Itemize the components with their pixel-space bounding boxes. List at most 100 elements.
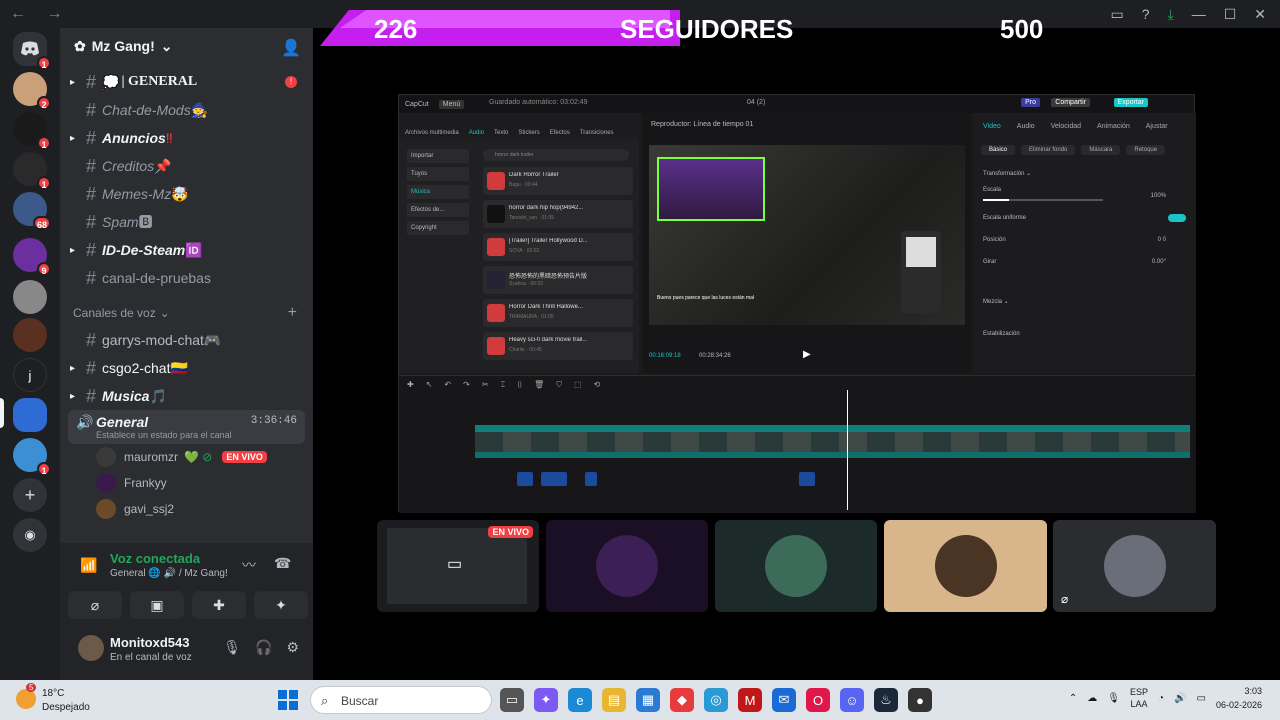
prop-uniform-scale[interactable]: Escala uniforme [975, 207, 1196, 229]
playhead[interactable] [847, 390, 848, 510]
weather-widget[interactable]: 5 18°C Despejado [16, 683, 136, 715]
onedrive-icon[interactable]: ☁ [1087, 693, 1097, 704]
category-item[interactable]: Copyright [407, 221, 469, 235]
tab-text[interactable]: Texto [494, 130, 508, 136]
obs-icon[interactable]: ● [908, 688, 932, 712]
battery-icon[interactable]: ▭ [1197, 693, 1206, 704]
participant-tile[interactable]: ⌀ [1053, 520, 1216, 612]
prop-blend[interactable]: Mezcla ⌄ [975, 291, 1196, 313]
opera-gx-icon[interactable]: O [806, 688, 830, 712]
audio-track[interactable]: horror dark hip hop(94942... Tanoshi_san … [483, 200, 633, 228]
help-icon[interactable]: ? [1142, 6, 1150, 22]
add-server-icon[interactable]: + [13, 478, 47, 512]
store-icon[interactable]: ▦ [636, 688, 660, 712]
scale-slider[interactable] [983, 199, 1103, 201]
audio-clip[interactable] [541, 472, 567, 486]
add-channel-icon[interactable]: + [288, 304, 297, 322]
audio-clip[interactable] [517, 472, 533, 486]
soundboard-button[interactable]: ✦ [254, 591, 308, 619]
nav-arrows[interactable]: ← → [10, 5, 70, 23]
download-icon[interactable]: ⤓ [1168, 6, 1174, 23]
signal-icon[interactable]: 📶 [80, 557, 97, 574]
prop-rotate[interactable]: Girar 0.00° [975, 251, 1196, 273]
category-item[interactable]: Efectos de... [407, 203, 469, 217]
app-icon-blue[interactable]: ◎ [704, 688, 728, 712]
category-item[interactable]: Importar [407, 149, 469, 163]
maximize-button[interactable]: ☐ [1224, 6, 1237, 23]
server-icon[interactable]: j [13, 358, 47, 392]
camera-off-button[interactable]: ⌀ [68, 591, 122, 619]
close-button[interactable]: ✕ [1254, 6, 1266, 23]
avatar[interactable] [78, 635, 104, 661]
audio-clip[interactable] [585, 472, 597, 486]
uniform-scale-toggle[interactable] [1168, 214, 1186, 222]
subtab-basic[interactable]: Básico [981, 145, 1016, 155]
voice-status[interactable]: Establece un estado para el canal [96, 430, 299, 440]
tab-media[interactable]: Archivos multimedia [405, 130, 459, 136]
headphones-icon[interactable]: 🎧 [255, 639, 272, 656]
inbox-icon[interactable]: ▭ [1110, 6, 1123, 23]
chevron-up-icon[interactable]: ⌃ [1069, 693, 1077, 704]
microphone-icon[interactable]: 🎙 [1107, 693, 1120, 704]
tab-audio[interactable]: Audio [469, 130, 484, 136]
channel-musica[interactable]: ▸ # Musica 🎵 [60, 382, 313, 410]
channel-canal-de-pruebas[interactable]: # canal-de-pruebas [60, 264, 313, 292]
server-header[interactable]: ✿ Mz Gang! ⌄ 👤 [60, 28, 313, 64]
screen-share-button[interactable]: ▣ [130, 591, 184, 619]
activities-button[interactable]: ✚ [192, 591, 246, 619]
microphone-icon[interactable]: 🎙 [223, 639, 241, 656]
voice-category[interactable]: Canales de voz ⌄ + [60, 300, 313, 326]
mail-icon[interactable]: ✉ [772, 688, 796, 712]
server-icon[interactable]: 1 [13, 152, 51, 190]
copilot-icon[interactable]: ✦ [534, 688, 558, 712]
server-icon[interactable] [13, 280, 47, 314]
video-clip[interactable] [475, 432, 1190, 452]
prop-transform[interactable]: Transformación ⌄ [975, 163, 1196, 185]
participant-tile[interactable] [715, 520, 877, 612]
file-explorer-icon[interactable]: ▤ [602, 688, 626, 712]
steam-icon[interactable]: ♨ [874, 688, 898, 712]
tab-transitions[interactable]: Transiciones [580, 130, 614, 136]
audio-clip[interactable] [799, 472, 815, 486]
tab-animation[interactable]: Animación [1097, 123, 1130, 130]
audio-track[interactable]: Heavy sci-fi dark movie trail... Charlie … [483, 332, 633, 360]
tab-effects[interactable]: Efectos [550, 130, 570, 136]
wifi-icon[interactable]: ◔ [1158, 693, 1164, 704]
task-view-icon[interactable]: ▭ [500, 688, 524, 712]
subtab-remove-bg[interactable]: Eliminar fondo [1021, 145, 1076, 155]
participant-tile-stream[interactable]: EN VIVO ▭ [377, 520, 539, 612]
channel-spam[interactable]: # Spam 🅱 [60, 208, 313, 236]
video-preview[interactable]: Bueno pues parece que las luces están ma… [649, 145, 965, 325]
voice-channel-general[interactable]: 🔊 General 3:36:46 Establece un estado pa… [68, 410, 305, 444]
participant-tile[interactable] [546, 520, 708, 612]
prop-scale[interactable]: Escala 100% [975, 185, 1196, 207]
channel-anuncios[interactable]: ▸ # Anuncios ‼ [60, 124, 313, 152]
server-icon[interactable]: 1 [13, 438, 51, 476]
voice-user[interactable]: mauromzr 💚 ⊘ EN VIVO [60, 444, 313, 470]
prop-position[interactable]: Posición 0 0 [975, 229, 1196, 251]
server-icon[interactable]: 9 [13, 238, 51, 276]
timeline[interactable]: ✚↖↶↷✂⌶⌷🗑⛉⬚⟲ [399, 375, 1196, 513]
discord-icon[interactable]: ☺ [840, 688, 864, 712]
channel-garrys-mod-chat[interactable]: # garrys-mod-chat 🎮 [60, 326, 313, 354]
subtab-mask[interactable]: Máscara [1081, 145, 1121, 155]
audio-track[interactable]: [Trailer] Trailer Hollywood D... SOVA · 0… [483, 233, 633, 261]
server-icon[interactable]: 2 [13, 72, 51, 110]
explore-icon[interactable]: ◉ [13, 518, 47, 552]
app-icon-red[interactable]: ◆ [670, 688, 694, 712]
clock[interactable]: 3:03 06-02-2026 [1216, 684, 1262, 712]
audio-track[interactable]: Dark Horror Trailer Bagu · 00:44 [483, 167, 633, 195]
prop-value[interactable]: 100% [1151, 185, 1166, 207]
category-item[interactable]: Tuyos [407, 167, 469, 181]
capcut-window[interactable]: CapCut Menú Guardado automático: 03:02:4… [398, 94, 1196, 513]
gear-icon[interactable]: ⚙ [286, 639, 299, 656]
audio-track[interactable]: 恐怖恐怖的黑暗恐怖预告片版 Syahna · 00:33 [483, 266, 633, 294]
voice-connected-channel[interactable]: General 🌐 🔊 / Mz Gang! [110, 568, 228, 579]
minimize-button[interactable]: — [1192, 6, 1206, 22]
username[interactable]: Monitoxd543 [110, 635, 189, 650]
add-member-icon[interactable]: 👤 [281, 38, 301, 58]
voice-user[interactable]: Frankyy [60, 470, 313, 496]
prop-value[interactable]: 0 0 [1158, 229, 1166, 251]
channel-memes[interactable]: # Memes-Mz 🤯 [60, 180, 313, 208]
prop-value[interactable]: 0.00° [1152, 251, 1166, 273]
